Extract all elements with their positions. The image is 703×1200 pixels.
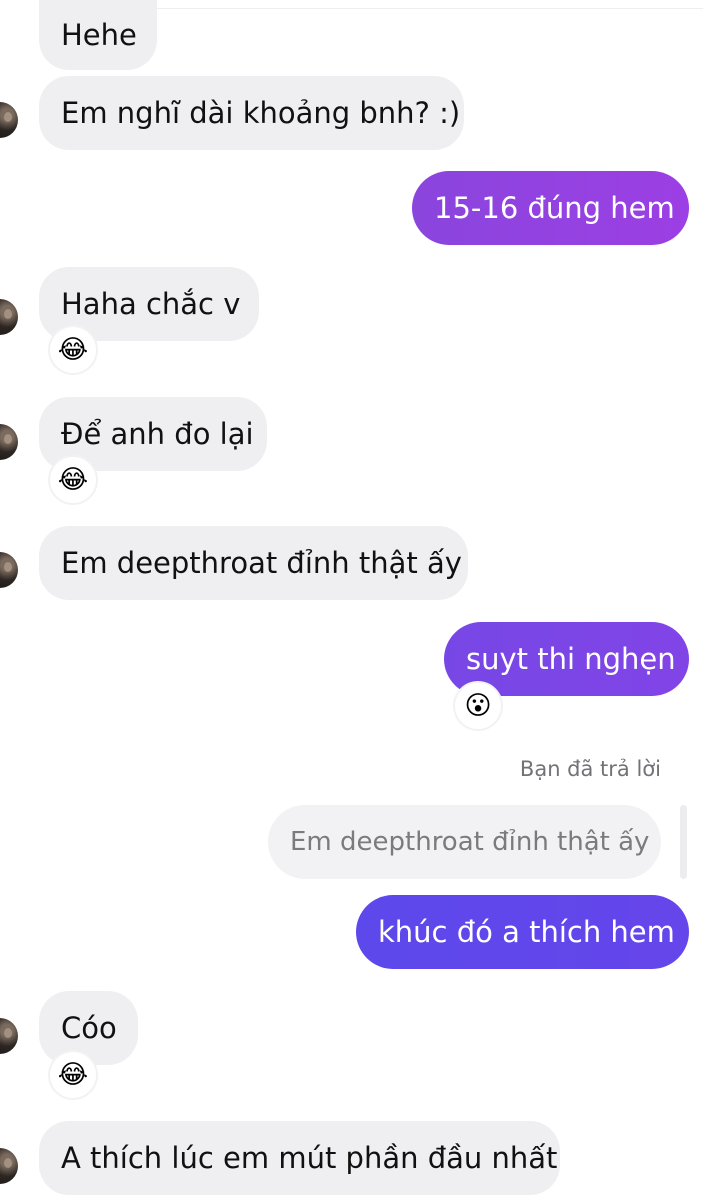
reply-indicator: Bạn đã trả lời [519, 757, 661, 781]
message-text: Cóo [61, 1010, 117, 1045]
message-text: khúc đó a thích hem [378, 914, 675, 949]
message-bubble-outgoing[interactable]: 15-16 đúng hem [412, 171, 689, 245]
message-text: Haha chắc v [61, 286, 241, 321]
chat-screen: Hehe Em nghĩ dài khoảng bnh? :) 15-16 đú… [0, 0, 703, 1200]
message-text: A thích lúc em mút phần đầu nhất [61, 1140, 558, 1175]
contact-avatar[interactable] [0, 1148, 18, 1184]
reply-indicator-bar [680, 805, 687, 879]
contact-avatar[interactable] [0, 102, 18, 138]
message-bubble-incoming[interactable]: Hehe [39, 0, 157, 70]
reaction-badge[interactable]: 😂 [50, 1052, 96, 1098]
message-text: Em nghĩ dài khoảng bnh? :) [61, 95, 461, 130]
contact-avatar[interactable] [0, 299, 18, 335]
message-bubble-outgoing[interactable]: khúc đó a thích hem [356, 895, 689, 969]
laughing-emoji-icon: 😂 [57, 465, 89, 495]
message-bubble-incoming[interactable]: A thích lúc em mút phần đầu nhất [39, 1121, 560, 1195]
message-bubble-incoming[interactable]: Em deepthroat đỉnh thật ấy [39, 526, 468, 600]
contact-avatar[interactable] [0, 424, 18, 460]
quoted-message-preview[interactable]: Em deepthroat đỉnh thật ấy [268, 805, 661, 879]
reaction-badge[interactable]: 😂 [50, 327, 96, 373]
quoted-message-text: Em deepthroat đỉnh thật ấy [290, 827, 650, 857]
laughing-emoji-icon: 😂 [57, 335, 89, 365]
reaction-badge[interactable]: 😂 [50, 457, 96, 503]
top-divider [150, 8, 703, 9]
message-bubble-incoming[interactable]: Em nghĩ dài khoảng bnh? :) [39, 76, 464, 150]
message-text: Để anh đo lại [61, 416, 254, 451]
reaction-badge[interactable]: 😮 [455, 683, 501, 729]
surprised-emoji-icon: 😮 [464, 691, 492, 721]
message-text: Em deepthroat đỉnh thật ấy [61, 545, 462, 580]
contact-avatar[interactable] [0, 552, 18, 588]
laughing-emoji-icon: 😂 [57, 1060, 89, 1090]
contact-avatar[interactable] [0, 1018, 18, 1054]
message-bubble-incoming[interactable]: Cóo [39, 991, 138, 1065]
message-text: Hehe [61, 17, 137, 52]
message-text: suyt thi nghẹn [466, 641, 676, 676]
message-text: 15-16 đúng hem [434, 190, 675, 225]
